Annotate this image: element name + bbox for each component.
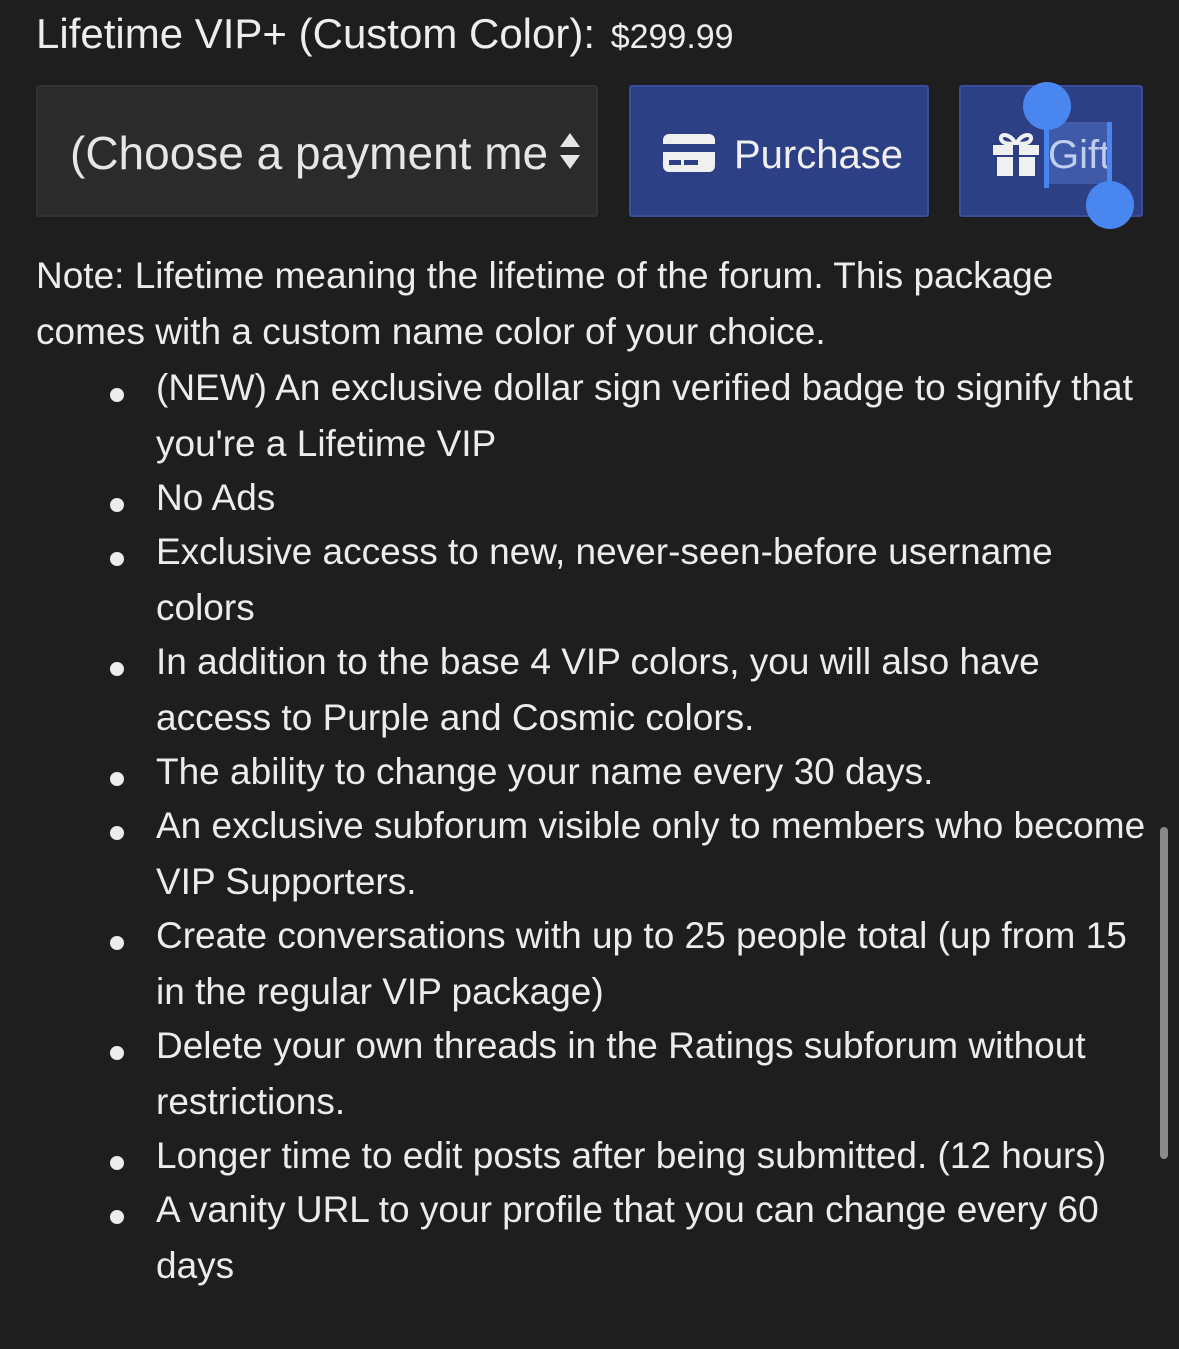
feature-item: Create conversations with up to 25 peopl… — [110, 908, 1146, 1020]
sort-arrows-icon — [560, 133, 580, 169]
feature-item: Exclusive access to new, never-seen-befo… — [110, 524, 1146, 636]
payment-method-select[interactable]: (Choose a payment method) — [36, 85, 598, 217]
purchase-button[interactable]: Purchase — [629, 85, 929, 217]
gift-label: Gift — [1048, 133, 1111, 177]
gift-button[interactable]: Gift — [959, 85, 1143, 217]
feature-item: In addition to the base 4 VIP colors, yo… — [110, 634, 1146, 746]
scrollbar-thumb[interactable] — [1160, 827, 1168, 1159]
feature-list: (NEW) An exclusive dollar sign verified … — [36, 360, 1146, 1294]
package-note: Note: Lifetime meaning the lifetime of t… — [36, 255, 1054, 352]
package-name: Lifetime VIP+ (Custom Color): — [36, 10, 596, 57]
package-description: Note: Lifetime meaning the lifetime of t… — [36, 248, 1146, 1292]
feature-item: An exclusive subforum visible only to me… — [110, 798, 1146, 910]
feature-item: A vanity URL to your profile that you ca… — [110, 1182, 1146, 1294]
feature-item: The ability to change your name every 30… — [110, 744, 1146, 800]
purchase-label: Purchase — [734, 133, 903, 177]
feature-item: (NEW) An exclusive dollar sign verified … — [110, 360, 1146, 472]
feature-item: No Ads — [110, 470, 1146, 526]
credit-card-icon — [663, 134, 715, 172]
payment-method-value: (Choose a payment method) — [70, 127, 548, 179]
package-title: Lifetime VIP+ (Custom Color): $299.99 — [36, 8, 734, 63]
package-price: $299.99 — [610, 18, 734, 56]
feature-item: Longer time to edit posts after being su… — [110, 1128, 1146, 1184]
gift-icon — [993, 133, 1039, 176]
feature-item: Delete your own threads in the Ratings s… — [110, 1018, 1146, 1130]
